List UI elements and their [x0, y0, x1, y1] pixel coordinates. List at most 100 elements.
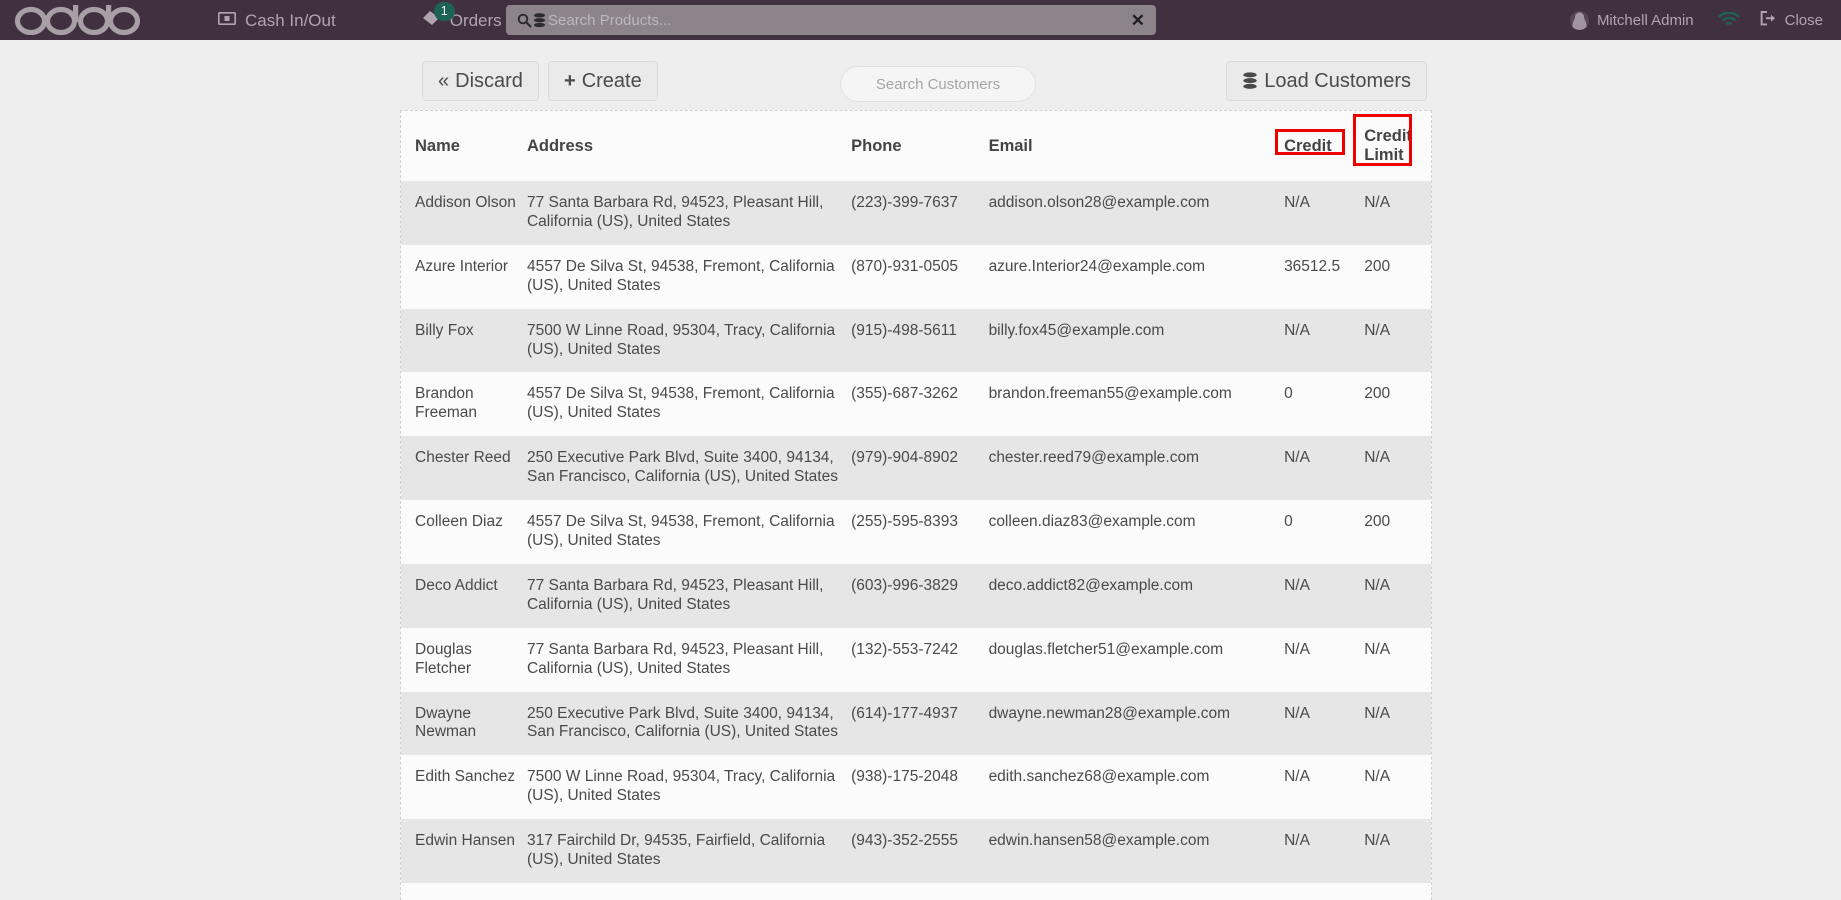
product-search-bar[interactable]: ✕: [506, 5, 1156, 35]
cell-credit-limit: 200: [1364, 385, 1391, 403]
search-customers-input[interactable]: Search Customers: [840, 66, 1036, 102]
cell-address: 317 Fairchild Dr, 94535, Fairfield, Cali…: [526, 832, 826, 869]
column-header-phone[interactable]: Phone: [851, 111, 989, 181]
load-customers-label: Load Customers: [1264, 70, 1411, 92]
customer-panel: « Discard + Create Search Customers Load…: [400, 40, 1432, 900]
cell-credit-limit: N/A: [1364, 704, 1391, 722]
cell-email: addison.olson28@example.com: [988, 194, 1210, 211]
orders-button[interactable]: 1 Orders: [408, 0, 516, 40]
odoo-logo[interactable]: [14, 3, 154, 37]
cell-phone: (223)-399-7637: [851, 194, 958, 211]
column-header-credit-limit[interactable]: Credit Limit: [1364, 111, 1431, 181]
customer-table: Name Address Phone Email Credit Credit L…: [401, 111, 1431, 883]
cell-phone: (132)-553-7242: [851, 640, 958, 658]
table-row[interactable]: Deco Addict 77 Santa Barbara Rd, 94523, P…: [401, 563, 1431, 628]
cell-credit-limit: N/A: [1364, 449, 1391, 467]
cell-credit: N/A: [1284, 449, 1310, 467]
cell-name: Billy Fox: [415, 321, 474, 339]
table-row[interactable]: Billy Fox 7500 W Linne Road, 95304, Tracy…: [401, 308, 1431, 373]
create-button[interactable]: + Create: [548, 61, 658, 101]
column-header-email[interactable]: Email: [988, 111, 1285, 181]
table-row[interactable]: Azure Interior 4557 De Silva St, 94538, F…: [401, 244, 1431, 309]
cell-credit: N/A: [1284, 194, 1310, 211]
cell-phone: (870)-931-0505: [851, 257, 958, 275]
cell-email: dwayne.newman28@example.com: [988, 704, 1231, 722]
cell-email: brandon.freeman55@example.com: [988, 385, 1232, 403]
cell-email: colleen.diaz83@example.com: [988, 513, 1196, 531]
cell-phone: (603)-996-3829: [851, 576, 958, 594]
sync-status-icon[interactable]: [1704, 12, 1754, 28]
avatar: [1569, 10, 1589, 30]
cell-name: Deco Addict: [415, 576, 498, 594]
top-bar-right: Mitchell Admin Close: [1560, 0, 1841, 40]
cell-address: 4557 De Silva St, 94538, Fremont, Califo…: [526, 513, 835, 549]
cell-address: 77 Santa Barbara Rd, 94523, Pleasant Hil…: [526, 640, 824, 677]
column-header-credit[interactable]: Credit: [1284, 111, 1365, 181]
cell-name: Edith Sanchez: [415, 768, 515, 786]
cell-address: 4557 De Silva St, 94538, Fremont, Califo…: [526, 257, 835, 294]
customer-table-body: Addison Olson 77 Santa Barbara Rd, 94523,…: [401, 181, 1431, 883]
table-row[interactable]: Dwayne Newman 250 Executive Park Blvd, Su…: [401, 691, 1431, 756]
cell-phone: (943)-352-2555: [851, 832, 958, 850]
cell-email: douglas.fletcher51@example.com: [988, 640, 1224, 658]
cell-credit: 36512.5: [1284, 257, 1341, 275]
table-row[interactable]: Brandon Freeman 4557 De Silva St, 94538, …: [401, 372, 1431, 437]
cell-credit: N/A: [1284, 640, 1310, 658]
cell-name: Chester Reed: [415, 449, 511, 467]
cell-address: 7500 W Linne Road, 95304, Tracy, Califor…: [526, 321, 836, 358]
cell-credit: N/A: [1284, 768, 1310, 786]
cell-name: Dwayne Newman: [415, 704, 477, 741]
close-session-button[interactable]: Close: [1754, 10, 1841, 30]
cell-credit: N/A: [1284, 832, 1310, 850]
customer-list-screen: « Discard + Create Search Customers Load…: [0, 40, 1841, 900]
plus-icon: +: [564, 70, 576, 92]
cell-email: billy.fox45@example.com: [988, 321, 1165, 339]
cell-email: chester.reed79@example.com: [988, 449, 1200, 467]
table-row[interactable]: Colleen Diaz 4557 De Silva St, 94538, Fre…: [401, 500, 1431, 564]
table-row[interactable]: Addison Olson 77 Santa Barbara Rd, 94523,…: [401, 181, 1431, 245]
cell-phone: (614)-177-4937: [851, 704, 958, 722]
search-icon: [517, 13, 532, 28]
cell-credit: N/A: [1284, 321, 1310, 339]
pos-top-bar: Cash In/Out 1 Orders ✕: [0, 0, 1841, 40]
cell-name: Edwin Hansen: [415, 832, 515, 850]
cell-phone: (915)-498-5611: [851, 321, 957, 339]
load-customers-button[interactable]: Load Customers: [1226, 61, 1427, 101]
column-header-name[interactable]: Name: [401, 111, 527, 181]
orders-count-badge: 1: [433, 2, 455, 21]
cell-email: edwin.hansen58@example.com: [988, 832, 1210, 850]
cell-phone: (938)-175-2048: [851, 768, 958, 786]
search-input[interactable]: [548, 11, 1123, 29]
user-menu[interactable]: Mitchell Admin: [1560, 10, 1704, 30]
cell-address: 7500 W Linne Road, 95304, Tracy, Califor…: [526, 768, 836, 805]
cell-name: Azure Interior: [415, 257, 509, 275]
table-row[interactable]: Chester Reed 250 Executive Park Blvd, Sui…: [401, 436, 1431, 501]
clear-search-icon[interactable]: ✕: [1123, 12, 1145, 29]
cell-name: Addison Olson: [415, 194, 516, 211]
cell-phone: (355)-687-3262: [851, 385, 958, 403]
cell-name: Colleen Diaz: [415, 513, 503, 531]
cell-address: 250 Executive Park Blvd, Suite 3400, 941…: [526, 704, 838, 741]
column-header-address[interactable]: Address: [526, 111, 852, 181]
discard-button[interactable]: « Discard: [422, 61, 539, 101]
cell-address: 77 Santa Barbara Rd, 94523, Pleasant Hil…: [526, 576, 824, 613]
table-row[interactable]: Douglas Fletcher 77 Santa Barbara Rd, 945…: [401, 627, 1431, 692]
cell-email: deco.addict82@example.com: [988, 576, 1193, 594]
user-name-label: Mitchell Admin: [1596, 11, 1694, 29]
customer-toolbar: « Discard + Create Search Customers Load…: [400, 54, 1432, 106]
cell-phone: (255)-595-8393: [851, 513, 958, 531]
orders-label: Orders: [449, 10, 502, 30]
cell-credit-limit: N/A: [1364, 576, 1391, 594]
cash-in-out-button[interactable]: Cash In/Out: [204, 0, 350, 40]
cell-credit-limit: N/A: [1364, 321, 1391, 339]
customer-table-header: Name Address Phone Email Credit Credit L…: [401, 111, 1431, 181]
cell-credit-limit: 200: [1364, 257, 1391, 275]
cell-phone: (979)-904-8902: [851, 449, 958, 467]
database-icon: [533, 12, 546, 28]
table-scrollbar-track[interactable]: [1424, 150, 1431, 860]
table-row[interactable]: Edith Sanchez 7500 W Linne Road, 95304, T…: [401, 755, 1431, 820]
cash-in-out-label: Cash In/Out: [245, 10, 336, 30]
cell-name: Douglas Fletcher: [415, 640, 472, 677]
table-row[interactable]: Edwin Hansen 317 Fairchild Dr, 94535, Fai…: [401, 819, 1431, 883]
customer-table-container[interactable]: Name Address Phone Email Credit Credit L…: [400, 110, 1432, 900]
